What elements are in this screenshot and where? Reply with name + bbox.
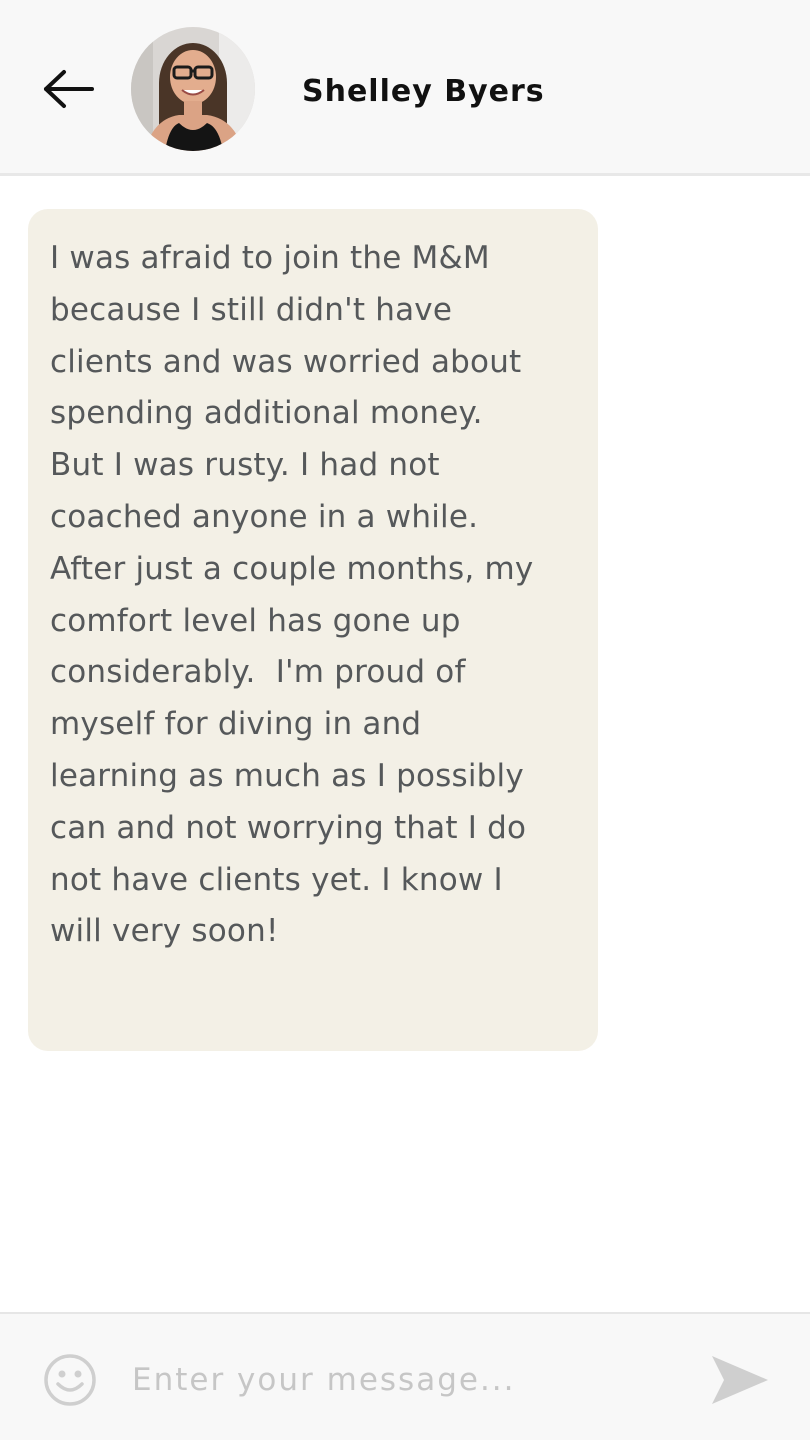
chat-screen: Shelley Byers I was afraid to join the M… [0, 0, 810, 1440]
incoming-message-bubble: I was afraid to join the M&M because I s… [28, 209, 598, 1051]
message-composer [0, 1312, 810, 1440]
avatar-photo [131, 27, 255, 151]
contact-avatar[interactable] [131, 27, 255, 151]
send-icon [712, 1356, 768, 1404]
emoji-button[interactable] [42, 1352, 98, 1408]
message-list: I was afraid to join the M&M because I s… [0, 176, 810, 1312]
smiley-icon [44, 1354, 96, 1406]
send-button[interactable] [706, 1352, 772, 1408]
back-button[interactable] [38, 62, 98, 116]
message-input[interactable] [118, 1350, 678, 1410]
message-text: I was afraid to join the M&M because I s… [50, 240, 534, 950]
contact-name: Shelley Byers [302, 74, 545, 109]
chat-header: Shelley Byers [0, 0, 810, 176]
arrow-left-icon [44, 70, 94, 108]
